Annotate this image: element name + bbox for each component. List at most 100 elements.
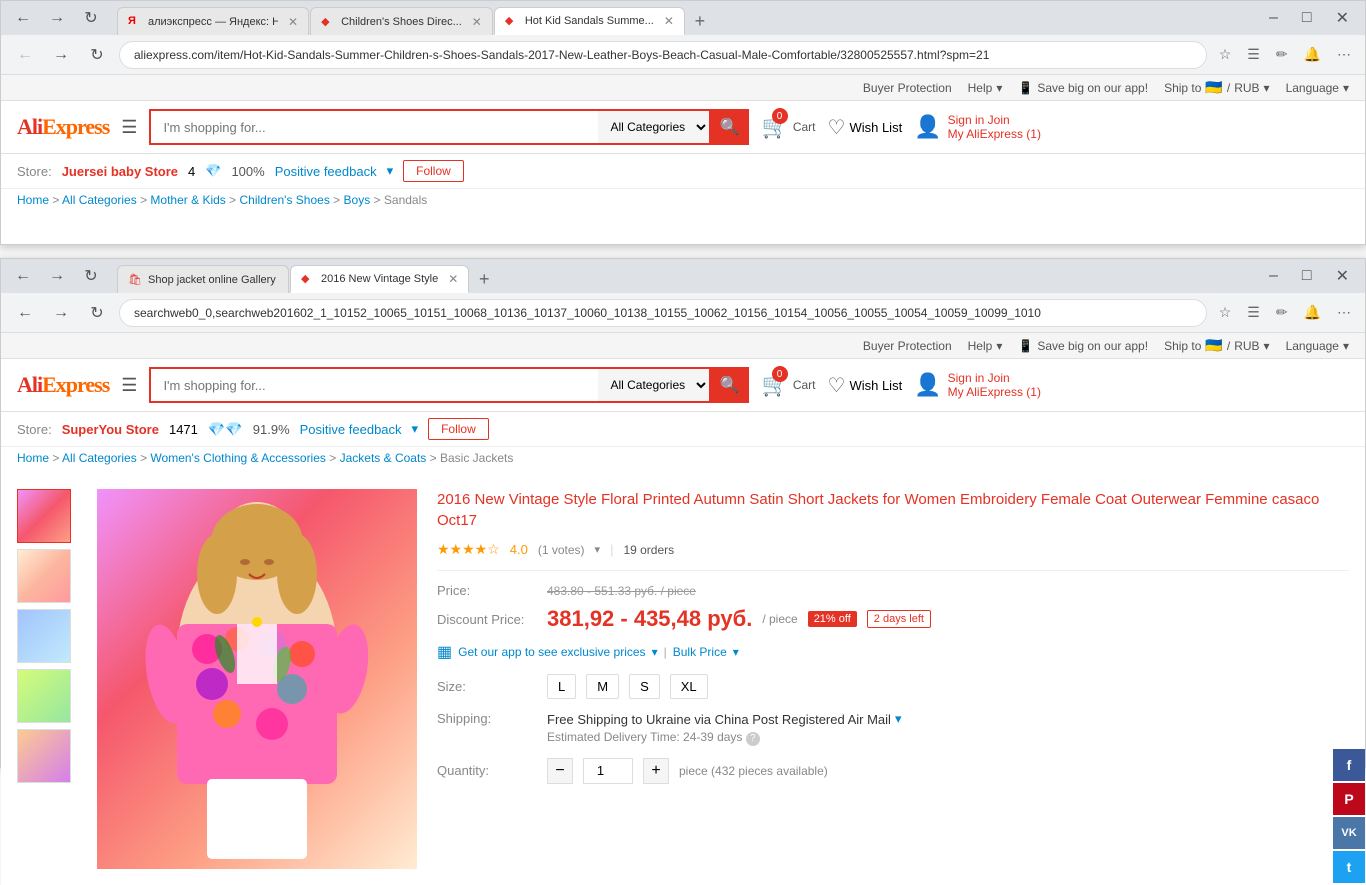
minimize-btn-1[interactable]: –	[1261, 9, 1286, 27]
maximize-btn-1[interactable]: □	[1294, 9, 1320, 27]
ali-logo-2[interactable]: AliExpress	[17, 372, 109, 398]
size-S[interactable]: S	[629, 674, 660, 699]
tab-2-shop[interactable]: 🛍 Shop jacket online Gallery -	[117, 265, 289, 293]
language-btn-1[interactable]: Language ▾	[1286, 81, 1349, 95]
tab-2-vintage[interactable]: ◆ 2016 New Vintage Style ✕	[290, 265, 469, 293]
tab-1-yandex[interactable]: Я алиэкспресс — Яндекс: На... ✕	[117, 7, 309, 35]
help-btn-2[interactable]: Help ▾	[968, 339, 1003, 353]
tab-vintage-close[interactable]: ✕	[448, 272, 458, 286]
bc-childrenshoes-1[interactable]: Children's Shoes	[239, 193, 329, 207]
my-ali-link-1[interactable]: My AliExpress (1)	[948, 127, 1041, 141]
qty-minus[interactable]: −	[547, 758, 573, 784]
delivery-help-icon[interactable]: ?	[746, 732, 760, 746]
product-main-image[interactable]	[97, 489, 417, 869]
bc2-home[interactable]: Home	[17, 451, 49, 465]
store-name-1[interactable]: Juersei baby Store	[62, 164, 178, 179]
bc-boys-1[interactable]: Boys	[344, 193, 371, 207]
size-XL[interactable]: XL	[670, 674, 708, 699]
qty-plus[interactable]: +	[643, 758, 669, 784]
search-input-2[interactable]	[149, 367, 598, 403]
category-select-1[interactable]: All Categories	[598, 109, 709, 145]
refresh-btn-2[interactable]: ↻	[83, 299, 111, 327]
bookmark-icon-1[interactable]: ☆	[1215, 42, 1236, 67]
search-btn-2[interactable]: 🔍	[709, 367, 749, 403]
app-promo-2[interactable]: 📱 Save big on our app!	[1018, 339, 1148, 353]
new-tab-btn-1[interactable]: +	[686, 7, 714, 35]
thumb-5[interactable]	[17, 729, 71, 783]
tab-3-hotkid[interactable]: ◆ Hot Kid Sandals Summe... ✕	[494, 7, 685, 35]
settings-icon-1[interactable]: ✏	[1272, 42, 1292, 67]
sign-in-link-2[interactable]: Sign in	[948, 371, 985, 385]
close-window-btn-2[interactable]: ✕	[1328, 266, 1357, 286]
search-input-1[interactable]	[149, 109, 598, 145]
thumb-1[interactable]	[17, 489, 71, 543]
bc-allcat-1[interactable]: All Categories	[62, 193, 137, 207]
nav-refresh-2[interactable]: ↻	[77, 262, 105, 290]
sign-in-link-1[interactable]: Sign in	[948, 113, 985, 127]
cart-area-2[interactable]: 0 🛒 Cart	[761, 372, 815, 398]
app-exclusive-text[interactable]: Get our app to see exclusive prices	[458, 645, 645, 659]
bulk-price-link[interactable]: Bulk Price	[673, 645, 727, 659]
pinterest-share-btn[interactable]: P	[1333, 783, 1365, 815]
join-link-1[interactable]: Join	[988, 113, 1010, 127]
nav-back-2[interactable]: ←	[9, 262, 37, 290]
wish-area-1[interactable]: ♡ Wish List	[828, 115, 903, 140]
follow-btn-1[interactable]: Follow	[403, 160, 464, 182]
extensions-icon-1[interactable]: ☰	[1243, 42, 1264, 67]
nav-refresh-1[interactable]: ↻	[77, 4, 105, 32]
url-input-2[interactable]	[119, 299, 1207, 327]
wish-area-2[interactable]: ♡ Wish List	[828, 373, 903, 398]
bc2-jackets[interactable]: Jackets & Coats	[340, 451, 427, 465]
join-link-2[interactable]: Join	[988, 371, 1010, 385]
help-btn-1[interactable]: Help ▾	[968, 81, 1003, 95]
twitter-share-btn[interactable]: t	[1333, 851, 1365, 883]
minimize-btn-2[interactable]: –	[1261, 267, 1286, 285]
back-btn-1[interactable]: ←	[11, 41, 39, 69]
search-btn-1[interactable]: 🔍	[709, 109, 749, 145]
bc-motherkids-1[interactable]: Mother & Kids	[150, 193, 225, 207]
thumb-4[interactable]	[17, 669, 71, 723]
hamburger-menu-1[interactable]: ☰	[121, 117, 137, 138]
bc-home-1[interactable]: Home	[17, 193, 49, 207]
buyer-protection-1[interactable]: Buyer Protection	[863, 81, 952, 95]
vk-share-btn[interactable]: VK	[1333, 817, 1365, 849]
bookmark-icon-2[interactable]: ☆	[1215, 300, 1236, 325]
thumb-3[interactable]	[17, 609, 71, 663]
back-btn-2[interactable]: ←	[11, 299, 39, 327]
ship-to-2[interactable]: Ship to 🇺🇦 / RUB ▾	[1164, 337, 1270, 354]
notifications-icon-1[interactable]: 🔔	[1300, 42, 1325, 67]
notifications-icon-2[interactable]: 🔔	[1300, 300, 1325, 325]
close-window-btn-1[interactable]: ✕	[1328, 8, 1357, 28]
ali-logo-1[interactable]: AliExpress	[17, 114, 109, 140]
more-icon-2[interactable]: ⋯	[1333, 300, 1355, 325]
thumb-2[interactable]	[17, 549, 71, 603]
nav-back-1[interactable]: ←	[9, 4, 37, 32]
tab-3-close[interactable]: ✕	[664, 14, 674, 28]
bc2-womens[interactable]: Women's Clothing & Accessories	[150, 451, 325, 465]
category-select-2[interactable]: All Categories	[598, 367, 709, 403]
forward-btn-2[interactable]: →	[47, 299, 75, 327]
facebook-share-btn[interactable]: f	[1333, 749, 1365, 781]
tab-1-close[interactable]: ✕	[288, 15, 298, 29]
extensions-icon-2[interactable]: ☰	[1243, 300, 1264, 325]
hamburger-menu-2[interactable]: ☰	[121, 375, 137, 396]
settings-icon-2[interactable]: ✏	[1272, 300, 1292, 325]
qty-input[interactable]	[583, 758, 633, 784]
nav-forward-2[interactable]: →	[43, 262, 71, 290]
maximize-btn-2[interactable]: □	[1294, 267, 1320, 285]
cart-area-1[interactable]: 0 🛒 Cart	[761, 114, 815, 140]
refresh-btn-1[interactable]: ↻	[83, 41, 111, 69]
size-L[interactable]: L	[547, 674, 576, 699]
follow-btn-2[interactable]: Follow	[428, 418, 489, 440]
nav-forward-1[interactable]: →	[43, 4, 71, 32]
my-ali-link-2[interactable]: My AliExpress (1)	[948, 385, 1041, 399]
feedback-link-1[interactable]: Positive feedback	[275, 164, 377, 179]
tab-2-children[interactable]: ◆ Children's Shoes Direc... ✕	[310, 7, 493, 35]
more-icon-1[interactable]: ⋯	[1333, 42, 1355, 67]
store-name-2[interactable]: SuperYou Store	[62, 422, 159, 437]
bc2-allcat[interactable]: All Categories	[62, 451, 137, 465]
ship-to-1[interactable]: Ship to 🇺🇦 / RUB ▾	[1164, 79, 1270, 96]
new-tab-btn-2[interactable]: +	[470, 265, 498, 293]
language-btn-2[interactable]: Language ▾	[1286, 339, 1349, 353]
feedback-link-2[interactable]: Positive feedback	[300, 422, 402, 437]
